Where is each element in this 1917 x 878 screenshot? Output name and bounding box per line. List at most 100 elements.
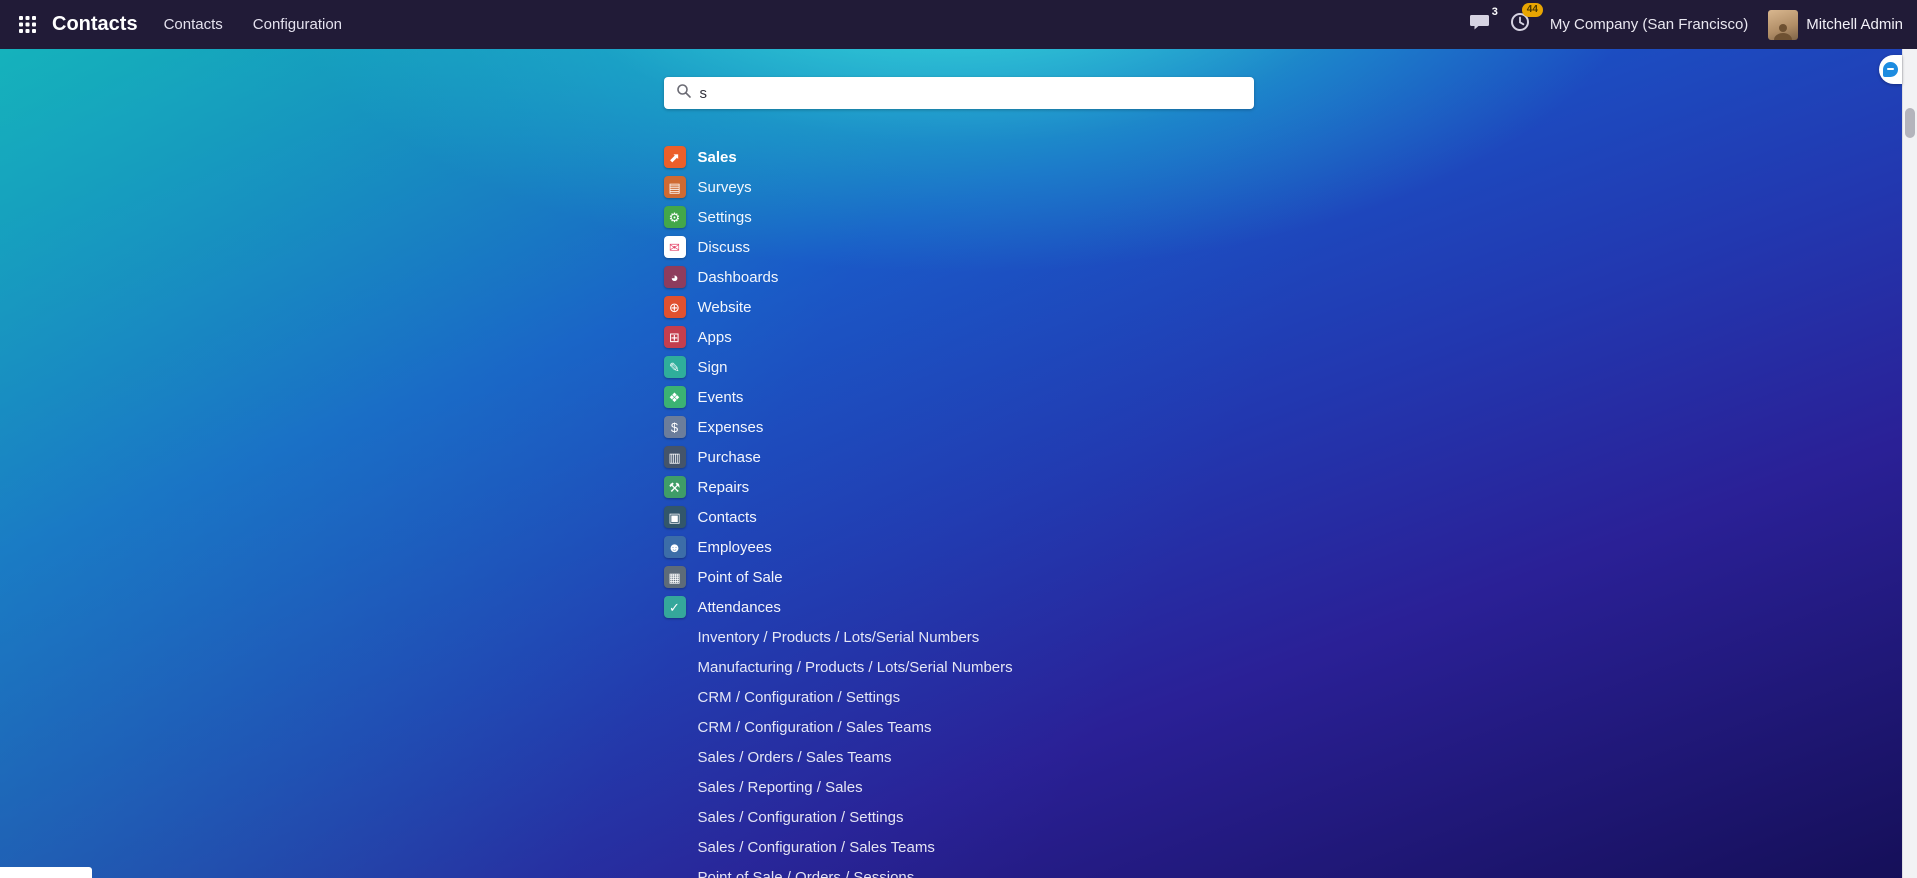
app-label: Point of Sale <box>698 569 783 586</box>
app-result-row[interactable]: ❖ Events <box>664 382 1254 412</box>
app-label: Employees <box>698 539 772 556</box>
app-result-row[interactable]: ⊞ Apps <box>664 322 1254 352</box>
chat-bubble-icon <box>1470 13 1490 36</box>
app-icon-glyph: ▥ <box>668 451 680 464</box>
app-result-row[interactable]: ▣ Contacts <box>664 502 1254 532</box>
app-icon: ☻ <box>664 536 686 558</box>
scrollbar-track[interactable] <box>1902 49 1917 878</box>
app-result-row[interactable]: ▤ Surveys <box>664 172 1254 202</box>
menu-path-label: CRM / Configuration / Sales Teams <box>698 719 932 736</box>
statusbar-tooltip <box>0 867 92 878</box>
scrollbar-thumb[interactable] <box>1905 108 1915 138</box>
app-icon: ⊞ <box>664 326 686 348</box>
app-icon-glyph: ⊞ <box>669 331 680 344</box>
app-icon: ▥ <box>664 446 686 468</box>
app-label: Discuss <box>698 239 751 256</box>
app-icon: $ <box>664 416 686 438</box>
messages-button[interactable]: 3 <box>1470 13 1490 36</box>
app-label: Events <box>698 389 744 406</box>
app-icon-glyph: ⚒ <box>669 481 681 494</box>
app-label: Sales <box>698 149 737 166</box>
app-icon-glyph: ⊕ <box>669 301 680 314</box>
app-result-row[interactable]: ✓ Attendances <box>664 592 1254 622</box>
app-icon: ✓ <box>664 596 686 618</box>
menu-contacts[interactable]: Contacts <box>164 2 223 47</box>
search-icon <box>676 83 692 104</box>
app-label: Contacts <box>698 509 757 526</box>
app-label: Settings <box>698 209 752 226</box>
app-icon-glyph: ✓ <box>669 601 680 614</box>
app-icon-glyph: ✉ <box>669 241 680 254</box>
app-icon-glyph: ⬈ <box>669 151 680 164</box>
app-result-row[interactable]: ⬈ Sales <box>664 142 1254 172</box>
app-label: Sign <box>698 359 728 376</box>
app-result-row[interactable]: $ Expenses <box>664 412 1254 442</box>
app-icon: ⚙ <box>664 206 686 228</box>
app-icon-glyph: ▦ <box>668 571 680 584</box>
menu-path-row[interactable]: Sales / Configuration / Sales Teams <box>664 832 1254 862</box>
messages-badge: 3 <box>1492 6 1498 18</box>
app-icon-glyph: ✎ <box>669 361 680 374</box>
app-result-row[interactable]: ⚙ Settings <box>664 202 1254 232</box>
avatar <box>1768 10 1798 40</box>
app-icon-glyph: ❖ <box>669 391 681 404</box>
menu-path-label: Sales / Configuration / Sales Teams <box>698 839 935 856</box>
activities-button[interactable]: 44 <box>1510 12 1530 37</box>
app-icon-glyph: ◕ <box>671 271 679 284</box>
app-label: Surveys <box>698 179 752 196</box>
menu-configuration[interactable]: Configuration <box>253 2 342 47</box>
menu-path-label: Manufacturing / Products / Lots/Serial N… <box>698 659 1013 676</box>
app-icon-glyph: ☻ <box>668 541 682 554</box>
app-icon: ▤ <box>664 176 686 198</box>
app-icon-glyph: ▣ <box>668 511 680 524</box>
app-result-row[interactable]: ⊕ Website <box>664 292 1254 322</box>
app-result-row[interactable]: ▦ Point of Sale <box>664 562 1254 592</box>
app-result-row[interactable]: ⚒ Repairs <box>664 472 1254 502</box>
app-icon: ❖ <box>664 386 686 408</box>
app-label: Expenses <box>698 419 764 436</box>
topbar: Contacts Contacts Configuration 3 44 My … <box>0 0 1917 49</box>
app-icon-glyph: $ <box>671 421 678 434</box>
app-result-row[interactable]: ✎ Sign <box>664 352 1254 382</box>
app-icon: ✎ <box>664 356 686 378</box>
menu-path-row[interactable]: Point of Sale / Orders / Sessions <box>664 862 1254 878</box>
support-tab[interactable] <box>1879 55 1902 84</box>
menu-path-row[interactable]: Inventory / Products / Lots/Serial Numbe… <box>664 622 1254 652</box>
app-result-row[interactable]: ☻ Employees <box>664 532 1254 562</box>
app-result-row[interactable]: ▥ Purchase <box>664 442 1254 472</box>
topbar-right: 3 44 My Company (San Francisco) Mitchell… <box>1470 10 1903 40</box>
app-icon-glyph: ▤ <box>668 181 680 194</box>
menu-path-label: CRM / Configuration / Settings <box>698 689 901 706</box>
menu-path-row[interactable]: Sales / Reporting / Sales <box>664 772 1254 802</box>
app-search-input[interactable] <box>700 77 1246 109</box>
app-result-row[interactable]: ✉ Discuss <box>664 232 1254 262</box>
menu-path-results-list: Inventory / Products / Lots/Serial Numbe… <box>664 622 1254 878</box>
menu-path-row[interactable]: Sales / Orders / Sales Teams <box>664 742 1254 772</box>
activities-badge: 44 <box>1522 3 1543 17</box>
menu-path-row[interactable]: Sales / Configuration / Settings <box>664 802 1254 832</box>
menu-path-row[interactable]: Manufacturing / Products / Lots/Serial N… <box>664 652 1254 682</box>
menu-path-label: Sales / Configuration / Settings <box>698 809 904 826</box>
app-icon: ⬈ <box>664 146 686 168</box>
app-label: Website <box>698 299 752 316</box>
menu-path-row[interactable]: CRM / Configuration / Sales Teams <box>664 712 1254 742</box>
user-menu[interactable]: Mitchell Admin <box>1768 10 1903 40</box>
app-search-box <box>664 77 1254 109</box>
app-result-row[interactable]: ◕ Dashboards <box>664 262 1254 292</box>
menu-path-label: Sales / Orders / Sales Teams <box>698 749 892 766</box>
home-menu-column: ⬈ Sales ▤ Surveys ⚙ Settings ✉ Discuss ◕… <box>664 77 1254 878</box>
app-menu-bar: Contacts Configuration <box>164 2 342 47</box>
current-app-title[interactable]: Contacts <box>52 13 138 36</box>
app-icon: ✉ <box>664 236 686 258</box>
company-switcher[interactable]: My Company (San Francisco) <box>1550 16 1748 33</box>
menu-path-label: Inventory / Products / Lots/Serial Numbe… <box>698 629 980 646</box>
menu-path-row[interactable]: CRM / Configuration / Settings <box>664 682 1254 712</box>
home-menu-overlay: ⬈ Sales ▤ Surveys ⚙ Settings ✉ Discuss ◕… <box>0 0 1917 878</box>
app-icon: ▣ <box>664 506 686 528</box>
app-label: Purchase <box>698 449 761 466</box>
app-label: Repairs <box>698 479 750 496</box>
apps-grid-icon[interactable] <box>12 10 42 40</box>
menu-path-label: Sales / Reporting / Sales <box>698 779 863 796</box>
app-icon-glyph: ⚙ <box>669 211 681 224</box>
app-label: Dashboards <box>698 269 779 286</box>
